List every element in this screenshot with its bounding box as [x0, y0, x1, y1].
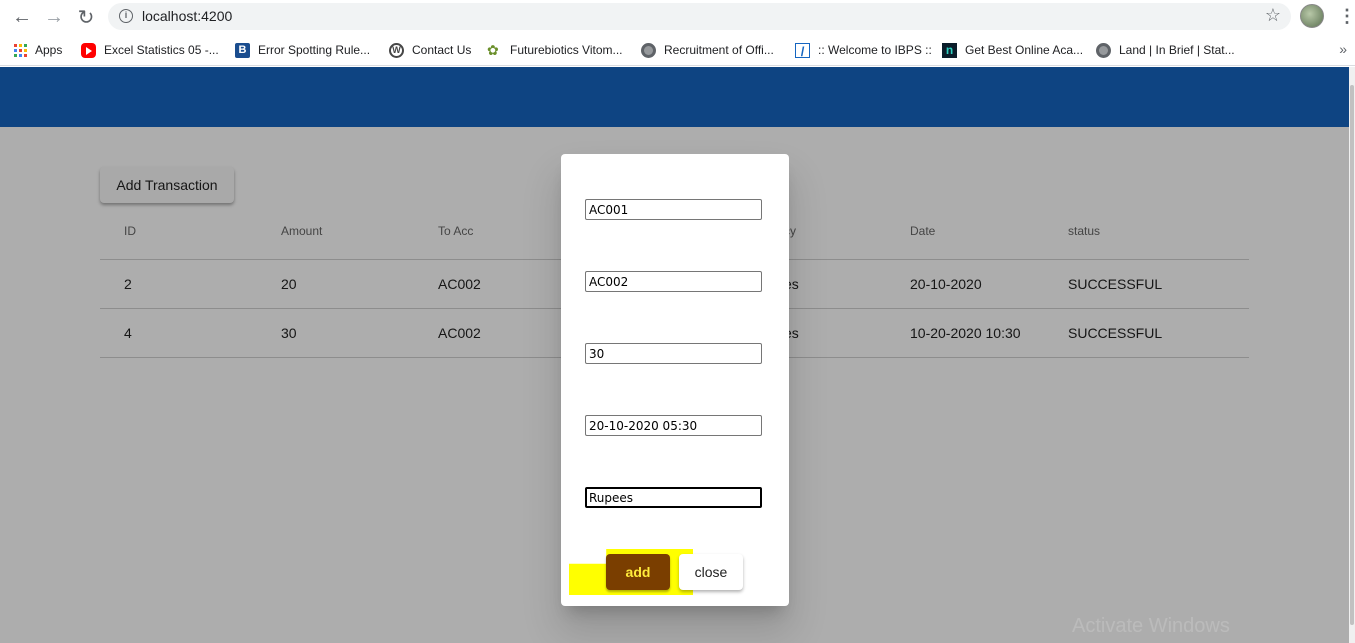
bookmark-futurebiotics[interactable]: ✿ Futurebiotics Vitom... — [487, 41, 623, 59]
site-info-icon[interactable]: i — [119, 9, 133, 23]
wordpress-icon: W — [389, 42, 404, 58]
forward-arrow-icon[interactable]: → — [42, 5, 66, 29]
bookmark-star-icon[interactable]: ☆ — [1265, 5, 1281, 26]
browser-menu-icon[interactable]: ⋮ — [1338, 6, 1355, 26]
to-account-field[interactable] — [585, 271, 762, 292]
bookmark-label: Contact Us — [412, 43, 472, 57]
address-url[interactable]: localhost:4200 — [142, 8, 232, 24]
globe-icon — [641, 42, 656, 58]
ibps-icon: / — [795, 42, 810, 59]
more-bookmarks-icon[interactable]: » — [1339, 41, 1347, 57]
bookmark-error-spotting[interactable]: B Error Spotting Rule... — [235, 41, 370, 59]
youtube-icon — [81, 42, 96, 58]
bookmark-recruitment[interactable]: Recruitment of Offi... — [641, 41, 774, 59]
back-arrow-icon[interactable]: ← — [10, 5, 34, 29]
bookmark-contact-us[interactable]: W Contact Us — [389, 41, 471, 59]
scrollbar-thumb[interactable] — [1350, 85, 1354, 625]
b-logo-icon: B — [235, 42, 250, 58]
bookmark-excel-statistics[interactable]: Excel Statistics 05 -... — [81, 41, 219, 59]
address-bar[interactable]: i localhost:4200 ☆ — [108, 3, 1291, 30]
amount-field[interactable] — [585, 343, 762, 364]
n-logo-icon: n — [942, 42, 957, 58]
reload-icon[interactable]: ↻ — [74, 5, 98, 29]
date-field[interactable] — [585, 415, 762, 436]
bookmark-label: Land | In Brief | Stat... — [1119, 43, 1235, 57]
bookmarks-bar: Apps Excel Statistics 05 -... B Error Sp… — [0, 34, 1355, 66]
currency-field[interactable] — [585, 487, 762, 508]
add-button[interactable]: add — [606, 554, 670, 590]
bookmark-label: Futurebiotics Vitom... — [510, 43, 623, 57]
close-button[interactable]: close — [679, 554, 743, 590]
bookmark-label: Get Best Online Aca... — [965, 43, 1084, 57]
bookmark-online-academy[interactable]: n Get Best Online Aca... — [942, 41, 1083, 59]
bookmark-label: Recruitment of Offi... — [664, 43, 774, 57]
browser-toolbar: ← → ↻ i localhost:4200 ☆ ⋮ — [0, 0, 1355, 34]
activate-windows-watermark: Activate Windows — [1072, 615, 1230, 637]
bookmark-label: :: Welcome to IBPS :: — [818, 43, 932, 57]
add-transaction-dialog: add close — [561, 154, 789, 606]
from-account-field[interactable] — [585, 199, 762, 220]
bookmark-apps[interactable]: Apps — [14, 41, 62, 59]
page-scrollbar[interactable] — [1349, 67, 1355, 643]
bookmark-land-in-brief[interactable]: Land | In Brief | Stat... — [1096, 41, 1235, 59]
bookmark-label: Error Spotting Rule... — [258, 43, 371, 57]
globe-icon — [1096, 42, 1111, 58]
bookmark-label: Excel Statistics 05 -... — [104, 43, 219, 57]
apps-grid-icon — [14, 43, 27, 57]
leaf-icon: ✿ — [487, 41, 499, 58]
profile-avatar[interactable] — [1300, 4, 1324, 28]
bookmark-label: Apps — [35, 43, 63, 57]
bookmark-ibps[interactable]: / :: Welcome to IBPS :: — [795, 41, 932, 59]
